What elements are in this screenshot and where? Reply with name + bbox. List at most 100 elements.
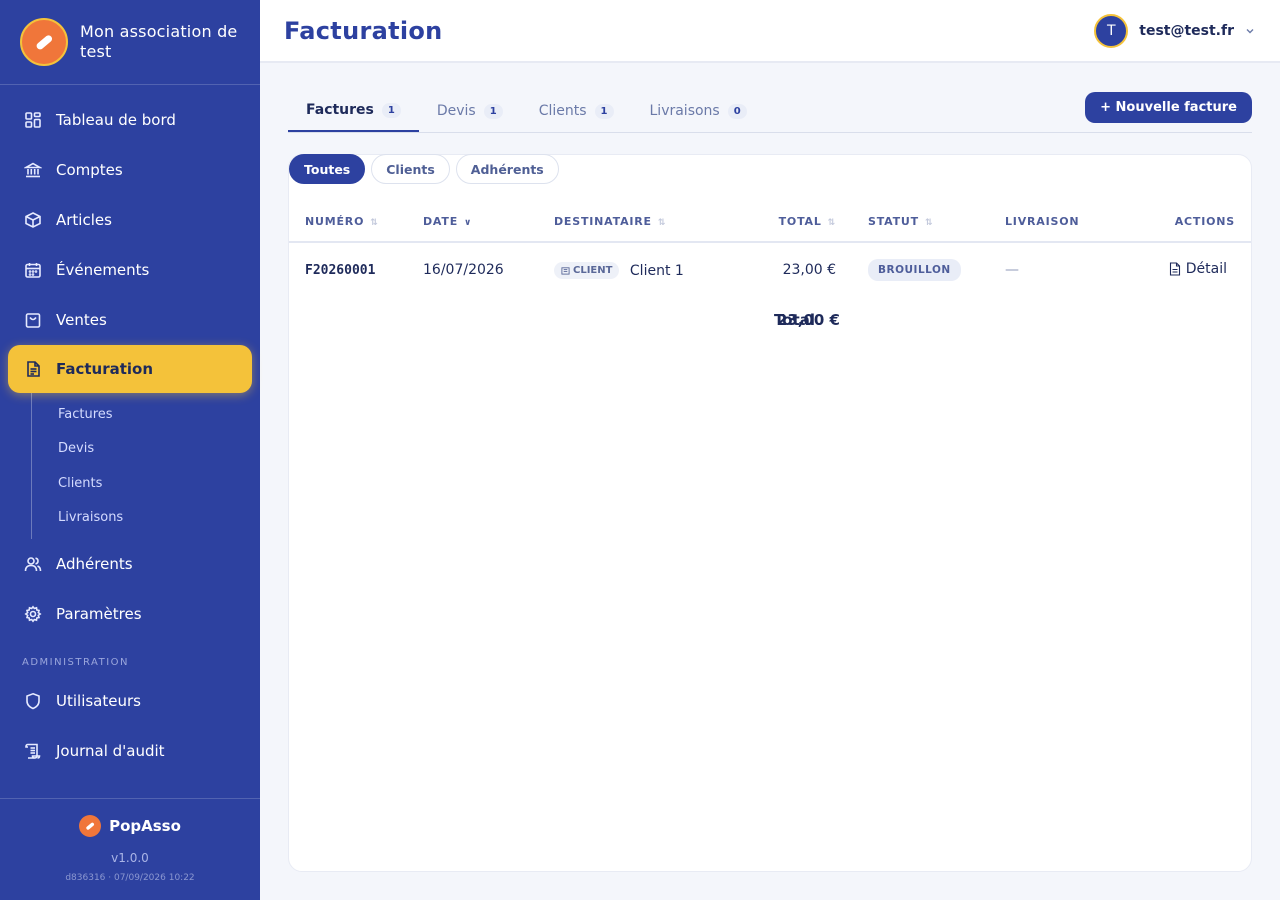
admin-section-label: ADMINISTRATION [22,657,130,668]
column-number[interactable]: NUMÉRO ⇅ [289,202,423,243]
app-version: v1.0.0 [111,851,149,865]
sort-icon: ⇅ [924,218,934,228]
column-recipient[interactable]: DESTINATAIRE ⇅ [554,202,743,243]
invoice-status: BROUILLON [858,242,1005,297]
invoice-actions: Détail [1147,242,1251,297]
avatar: T [1094,13,1129,48]
user-menu[interactable]: T test@test.fr [1094,13,1256,48]
tab-count: 1 [594,103,614,119]
column-total[interactable]: TOTAL ⇅ [743,202,858,243]
tab-quotes[interactable]: Devis 1 [419,90,521,132]
column-label: DATE [423,215,459,228]
nav-item-sales[interactable]: Ventes [0,295,260,345]
sort-icon: ⇅ [657,218,667,228]
invoice-number: F20260001 [289,242,423,297]
tab-label: Livraisons [649,103,720,119]
logo-icon [20,18,68,66]
nav-label: Utilisateurs [56,692,141,710]
filter-clients[interactable]: Clients [371,154,450,184]
sort-icon: ⇅ [827,218,836,228]
nav-label: Facturation [56,360,154,378]
nav-item-settings[interactable]: Paramètres [0,589,260,639]
subnav-item-deliveries[interactable]: Livraisons [32,501,260,536]
nav-item-users[interactable]: Utilisateurs [0,676,260,726]
table-row[interactable]: F20260001 16/07/2026 CLIENT Client 1 23,… [289,242,1251,297]
invoices-card: Toutes Clients Adhérents NUMÉRO ⇅ DATE ∨ D… [288,154,1252,872]
nav-item-accounts[interactable]: Comptes [0,145,260,195]
column-label: NUMÉRO [305,215,365,228]
table-header-row: NUMÉRO ⇅ DATE ∨ DESTINATAIRE ⇅ TOTAL ⇅ STATU… [289,202,1251,243]
column-delivery: LIVRAISON [1005,202,1147,243]
nav-label: Adhérents [56,555,133,573]
nav-item-events[interactable]: Événements [0,245,260,295]
column-date[interactable]: DATE ∨ [423,202,554,243]
total-value: 23,00 € [776,310,840,329]
footer-brand-name: PopAsso [109,817,181,835]
total-label-cell: Total [289,297,815,342]
subnav-item-quotes[interactable]: Devis [32,432,260,467]
column-actions: ACTIONS [1147,202,1251,243]
file-icon [1169,261,1180,276]
document-icon [24,360,42,378]
tab-count: 1 [381,102,401,118]
billing-tabs: Factures 1 Devis 1 Clients 1 Livraisons … [288,90,765,132]
client-badge: CLIENT [554,261,620,279]
scroll-icon [24,742,42,760]
column-label: LIVRAISON [1005,215,1080,228]
building-icon [561,266,570,275]
nav-item-dashboard[interactable]: Tableau de bord [0,95,260,145]
nav-item-articles[interactable]: Articles [0,195,260,245]
filter-members[interactable]: Adhérents [455,154,559,184]
dashboard-icon [24,111,42,129]
column-label: STATUT [868,215,919,228]
subnav-item-clients[interactable]: Clients [32,466,260,501]
tab-count: 0 [727,103,747,119]
users-icon [24,555,42,573]
client-badge-label: CLIENT [573,264,613,276]
nav-label: Tableau de bord [56,111,176,129]
column-label: TOTAL [778,215,822,228]
column-status[interactable]: STATUT ⇅ [858,202,1005,243]
invoice-total: 23,00 € [782,262,836,278]
tab-invoices[interactable]: Factures 1 [288,90,419,132]
status-badge: BROUILLON [868,259,961,281]
nav-label: Ventes [56,311,107,329]
nav-label: Paramètres [56,605,142,623]
column-label: ACTIONS [1174,215,1235,228]
build-info: d836316 · 07/09/2026 10:22 [65,873,195,883]
popasso-logo-icon [79,815,102,837]
nav-label: Articles [56,211,112,229]
tabs-row: Factures 1 Devis 1 Clients 1 Livraisons … [288,90,1252,133]
calendar-icon [24,261,42,279]
filter-all[interactable]: Toutes [289,154,366,184]
detail-link-label: Détail [1185,260,1227,277]
box-icon [24,211,42,229]
tab-deliveries[interactable]: Livraisons 0 [632,90,765,132]
detail-link[interactable]: Détail [1169,261,1227,277]
new-invoice-button[interactable]: + Nouvelle facture [1085,92,1252,123]
invoice-date: 16/07/2026 [423,262,504,278]
main-content: Factures 1 Devis 1 Clients 1 Livraisons … [288,90,1252,872]
filter-pills: Toutes Clients Adhérents [289,154,1251,184]
invoice-delivery: — [1005,262,1019,278]
tab-count: 1 [483,103,503,119]
invoices-table: NUMÉRO ⇅ DATE ∨ DESTINATAIRE ⇅ TOTAL ⇅ STATU… [289,202,1251,342]
main-nav: Tableau de bord Comptes Articles Événeme… [0,85,260,776]
nav-item-audit-log[interactable]: Journal d'audit [0,726,260,776]
total-spacer [858,297,1251,342]
top-header: Facturation T test@test.fr [260,0,1280,63]
tab-clients[interactable]: Clients 1 [521,90,632,132]
sort-desc-icon: ∨ [464,218,473,228]
table-total-row: Total 23,00 € [289,297,1251,342]
user-email: test@test.fr [1139,22,1234,39]
subnav-item-invoices[interactable]: Factures [32,397,260,432]
tab-label: Devis [436,103,476,119]
nav-item-billing[interactable]: Facturation [8,345,252,393]
nav-item-members[interactable]: Adhérents [0,539,260,589]
sidebar-footer: PopAsso v1.0.0 d836316 · 07/09/2026 10:2… [0,798,260,900]
tab-label: Clients [538,103,587,119]
recipient-name: Client 1 [629,262,684,279]
nav-label: Comptes [56,161,123,179]
brand[interactable]: Mon association de test [0,0,260,85]
column-label: DESTINATAIRE [554,215,652,228]
